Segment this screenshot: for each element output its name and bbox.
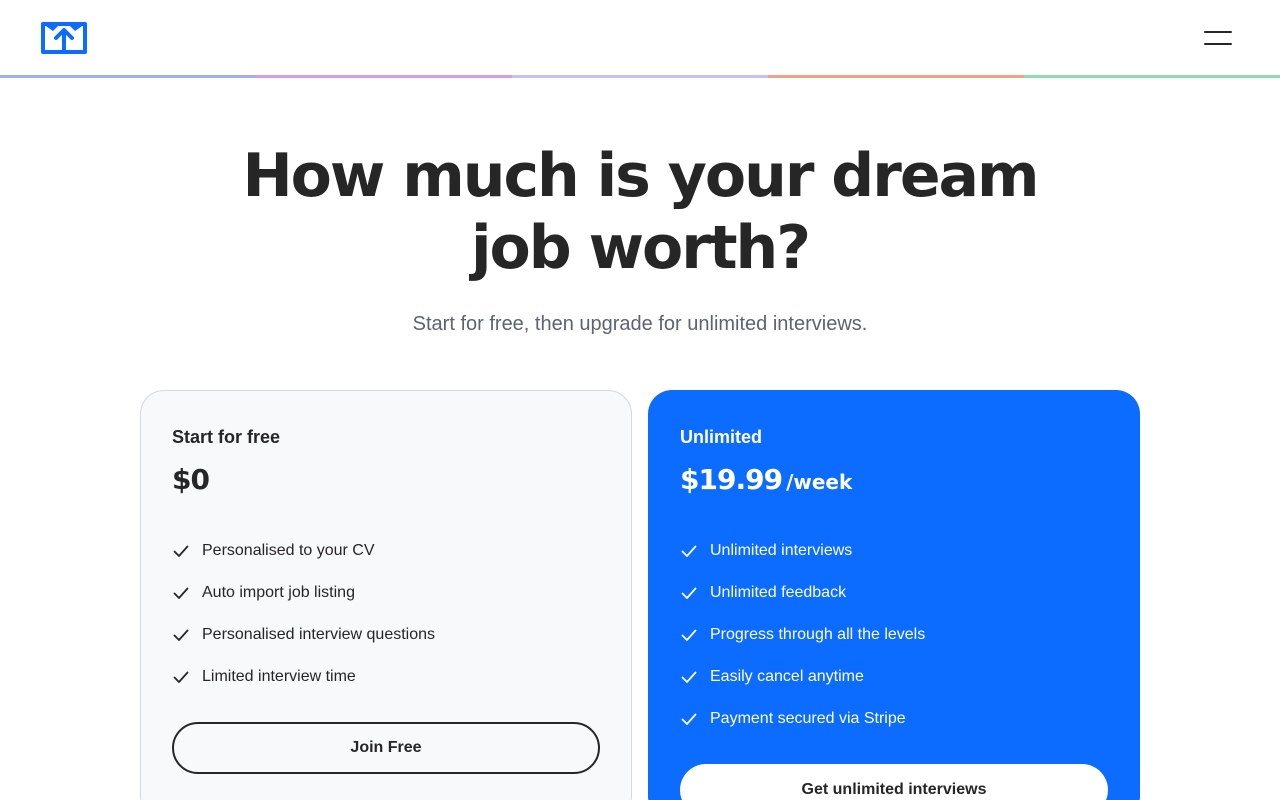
menu-line: [1204, 31, 1232, 33]
feature-item: Payment secured via Stripe: [680, 698, 925, 740]
page-subtitle: Start for free, then upgrade for unlimit…: [412, 313, 868, 335]
feature-item: Easily cancel anytime: [680, 656, 925, 698]
feature-label: Personalised interview questions: [202, 626, 436, 643]
check-icon: [173, 587, 189, 599]
feature-label: Payment secured via Stripe: [710, 710, 906, 727]
hamburger-menu-icon[interactable]: [1198, 22, 1238, 54]
stripe-segment: [256, 75, 512, 78]
plan-price: $0: [172, 462, 210, 498]
join-free-button[interactable]: Join Free: [172, 722, 600, 774]
feature-list: Personalised to your CV Auto import job l…: [172, 530, 435, 698]
check-icon: [173, 545, 189, 557]
feature-label: Personalised to your CV: [202, 542, 375, 559]
feature-label: Unlimited feedback: [710, 584, 847, 601]
logo-icon[interactable]: [40, 21, 88, 55]
feature-item: Unlimited interviews: [680, 530, 925, 572]
check-icon: [173, 629, 189, 641]
feature-item: Personalised interview questions: [172, 614, 435, 656]
check-icon: [681, 629, 697, 641]
feature-list: Unlimited interviews Unlimited feedback Pr…: [680, 530, 925, 740]
page-title-line1: How much is your dream: [242, 141, 1039, 211]
check-icon: [681, 671, 697, 683]
feature-item: Unlimited feedback: [680, 572, 925, 614]
feature-item: Auto import job listing: [172, 572, 435, 614]
stripe-segment: [512, 75, 768, 78]
page-title: How much is your dream job worth?: [0, 140, 1280, 284]
stripe-segment: [1024, 75, 1280, 78]
menu-line: [1204, 43, 1232, 45]
stripe-segment: [0, 75, 256, 78]
plan-price-period: /week: [786, 470, 853, 494]
feature-label: Limited interview time: [202, 668, 356, 685]
stripe-segment: [768, 75, 1024, 78]
check-icon: [173, 671, 189, 683]
check-icon: [681, 545, 697, 557]
feature-label: Unlimited interviews: [710, 542, 853, 559]
get-unlimited-button[interactable]: Get unlimited interviews: [680, 764, 1108, 800]
feature-item: Personalised to your CV: [172, 530, 435, 572]
feature-item: Limited interview time: [172, 656, 435, 698]
plan-price-value: $0: [172, 463, 210, 496]
color-stripe: [0, 75, 1280, 78]
plan-name: Start for free: [172, 427, 281, 447]
feature-label: Progress through all the levels: [710, 626, 926, 643]
check-icon: [681, 713, 697, 725]
unlimited-plan-card: Unlimited $19.99/week Unlimited intervie…: [648, 390, 1140, 800]
feature-label: Auto import job listing: [202, 584, 355, 601]
free-plan-card: Start for free $0 Personalised to your C…: [140, 390, 632, 800]
plan-price: $19.99/week: [680, 462, 852, 500]
plan-name: Unlimited: [680, 427, 763, 447]
feature-label: Easily cancel anytime: [710, 668, 864, 685]
check-icon: [681, 587, 697, 599]
page-title-line2: job worth?: [470, 213, 811, 283]
feature-item: Progress through all the levels: [680, 614, 925, 656]
plan-price-value: $19.99: [680, 463, 783, 496]
site-header: [0, 0, 1280, 75]
